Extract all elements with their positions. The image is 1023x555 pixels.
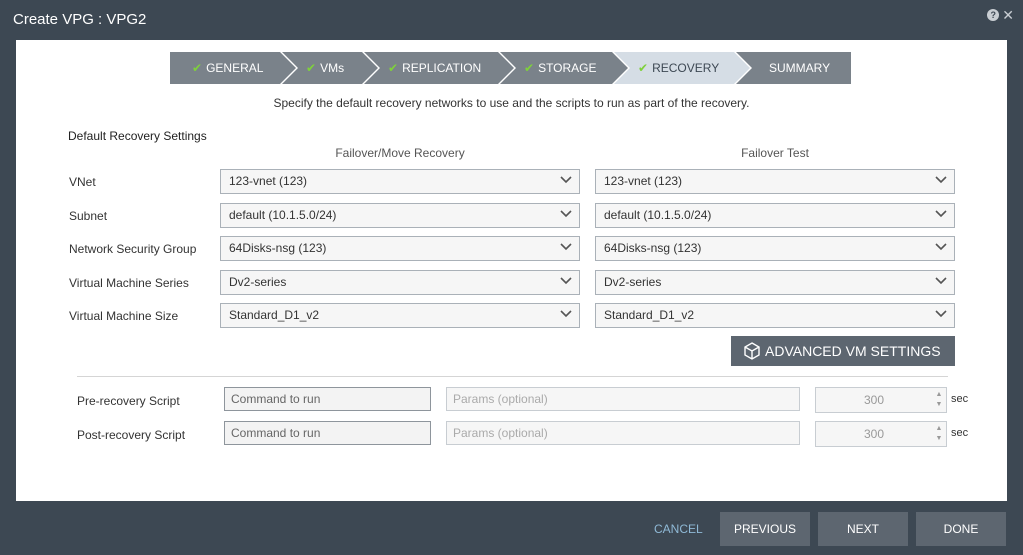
select-vnet-test[interactable]: 123-vnet (123) (595, 169, 955, 194)
previous-button[interactable]: PREVIOUS (720, 512, 810, 546)
check-icon: ✔ (638, 61, 649, 75)
step-label: VMs (320, 61, 345, 75)
check-icon: ✔ (388, 61, 399, 75)
timeout-value: 300 (863, 393, 885, 407)
chevron-down-icon (935, 210, 947, 218)
select-subnet-test[interactable]: default (10.1.5.0/24) (595, 203, 955, 228)
chevron-down-icon (560, 243, 572, 251)
select-vm-size-test[interactable]: Standard_D1_v2 (595, 303, 955, 328)
select-value: 64Disks-nsg (123) (604, 241, 702, 255)
done-button[interactable]: DONE (916, 512, 1006, 546)
chevron-down-icon (560, 176, 572, 184)
instructions-text: Specify the default recovery networks to… (273, 96, 750, 110)
step-storage[interactable]: ✔ STORAGE (500, 52, 628, 84)
select-value: Dv2-series (604, 275, 662, 289)
column-header-test: Failover Test (741, 146, 809, 160)
check-icon: ✔ (524, 61, 535, 75)
close-icon[interactable]: ✕ (1002, 8, 1014, 22)
window-titlebar: Create VPG : VPG2 ? ✕ (0, 0, 1023, 40)
label-post-recovery-script: Post-recovery Script (77, 428, 186, 442)
column-header-failover: Failover/Move Recovery (335, 146, 465, 160)
select-vnet-failover[interactable]: 123-vnet (123) (220, 169, 580, 194)
section-divider (77, 376, 948, 377)
select-nsg-failover[interactable]: 64Disks-nsg (123) (220, 236, 580, 261)
timeout-unit: sec (951, 427, 969, 439)
section-title: Default Recovery Settings (68, 129, 207, 143)
chevron-down-icon (935, 310, 947, 318)
step-replication[interactable]: ✔ REPLICATION (364, 52, 514, 84)
step-label: SUMMARY (769, 61, 831, 75)
pre-recovery-params-input[interactable]: Params (optional) (446, 387, 800, 411)
check-icon: ✔ (192, 61, 203, 75)
chevron-down-icon (935, 176, 947, 184)
wizard-steps: ✔ GENERAL ✔ VMs ✔ REPLICATION ✔ STORAGE ✔ REC… (170, 52, 851, 84)
select-value: Standard_D1_v2 (604, 308, 695, 322)
select-nsg-test[interactable]: 64Disks-nsg (123) (595, 236, 955, 261)
chevron-down-icon (560, 277, 572, 285)
select-vm-size-failover[interactable]: Standard_D1_v2 (220, 303, 580, 328)
timeout-unit: sec (951, 393, 969, 405)
advanced-vm-settings-button[interactable]: ADVANCED VM SETTINGS (731, 336, 955, 366)
stepper-arrows-icon[interactable]: ▲ ▼ (934, 390, 944, 410)
select-value: default (10.1.5.0/24) (604, 208, 712, 222)
label-subnet: Subnet (69, 209, 108, 223)
window-controls: ? ✕ (987, 8, 1014, 22)
post-recovery-params-input[interactable]: Params (optional) (446, 421, 800, 445)
timeout-value: 300 (863, 427, 885, 441)
chevron-down-icon (935, 277, 947, 285)
stepper-arrows-icon[interactable]: ▲ ▼ (934, 424, 944, 444)
help-icon[interactable]: ? (987, 9, 1000, 21)
cancel-button[interactable]: CANCEL (654, 522, 703, 536)
window-title: Create VPG : VPG2 (13, 11, 147, 28)
select-value: 123-vnet (123) (229, 174, 308, 188)
label-vnet: VNet (69, 175, 96, 189)
step-label: RECOVERY (652, 61, 720, 75)
step-label: GENERAL (206, 61, 264, 75)
select-vm-series-failover[interactable]: Dv2-series (220, 270, 580, 295)
select-value: Standard_D1_v2 (229, 308, 320, 322)
pre-recovery-command-input[interactable]: Command to run (224, 387, 431, 411)
select-value: 123-vnet (123) (604, 174, 683, 188)
pre-recovery-timeout-stepper[interactable]: 300 ▲ ▼ (815, 387, 947, 413)
select-value: 64Disks-nsg (123) (229, 241, 327, 255)
chevron-down-icon (560, 310, 572, 318)
next-button[interactable]: NEXT (818, 512, 908, 546)
select-value: default (10.1.5.0/24) (229, 208, 337, 222)
step-label: STORAGE (538, 61, 597, 75)
step-general[interactable]: ✔ GENERAL (170, 52, 296, 84)
chevron-down-icon (935, 243, 947, 251)
step-label: REPLICATION (402, 61, 482, 75)
select-vm-series-test[interactable]: Dv2-series (595, 270, 955, 295)
select-subnet-failover[interactable]: default (10.1.5.0/24) (220, 203, 580, 228)
post-recovery-command-input[interactable]: Command to run (224, 421, 431, 445)
advanced-vm-settings-label: ADVANCED VM SETTINGS (765, 343, 941, 359)
label-pre-recovery-script: Pre-recovery Script (77, 394, 180, 408)
label-vm-size: Virtual Machine Size (69, 309, 179, 323)
check-icon: ✔ (306, 61, 317, 75)
label-vm-series: Virtual Machine Series (69, 276, 189, 290)
chevron-down-icon (560, 210, 572, 218)
step-vms[interactable]: ✔ VMs (282, 52, 378, 84)
cube-icon (744, 342, 760, 360)
post-recovery-timeout-stepper[interactable]: 300 ▲ ▼ (815, 421, 947, 447)
label-nsg: Network Security Group (69, 242, 197, 256)
select-value: Dv2-series (229, 275, 287, 289)
step-summary[interactable]: SUMMARY (736, 52, 851, 84)
step-recovery[interactable]: ✔ RECOVERY (614, 52, 750, 84)
